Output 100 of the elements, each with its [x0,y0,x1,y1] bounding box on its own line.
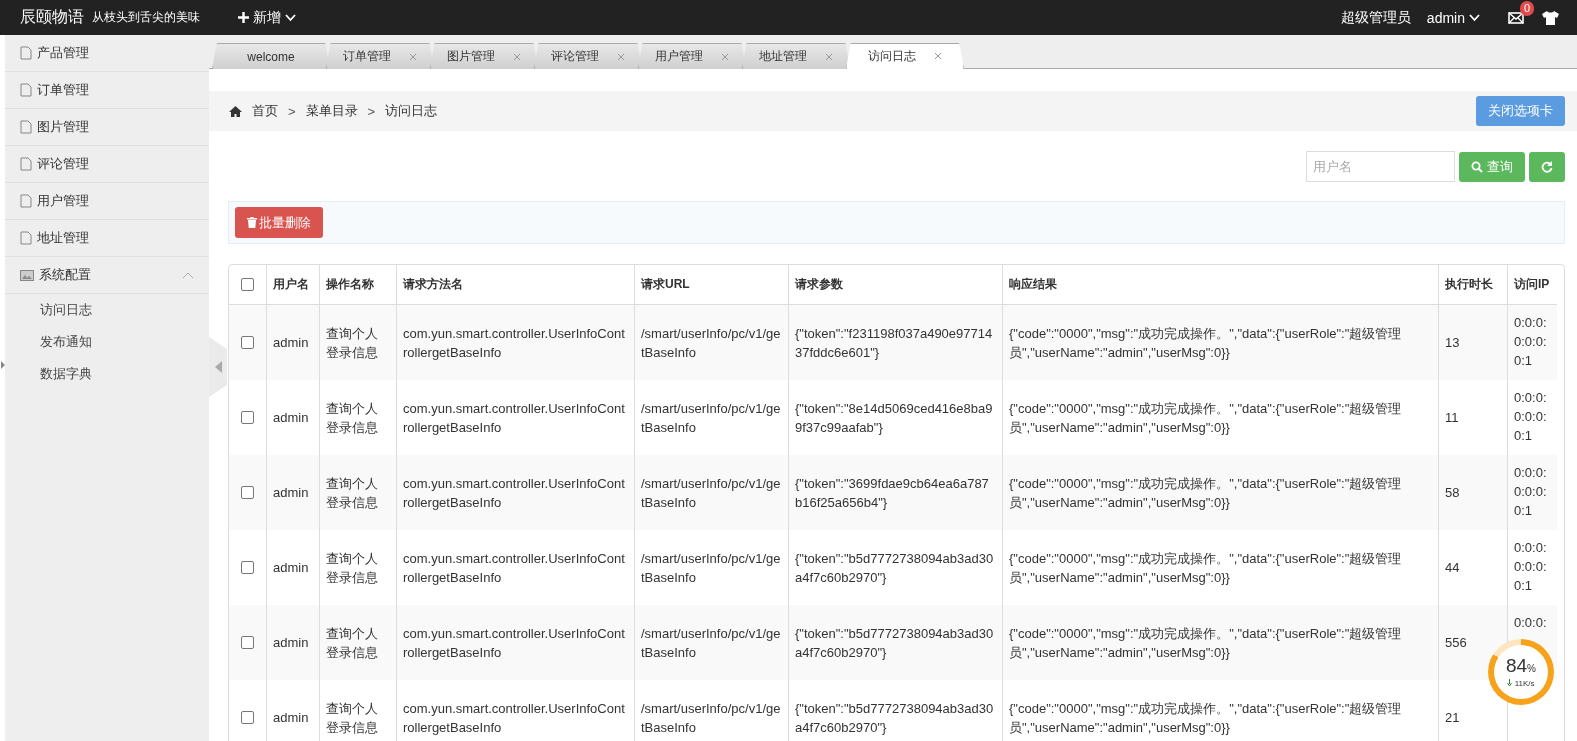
table-cell-text: admin [273,409,309,427]
user-role: 超级管理员 [1340,8,1411,27]
breadcrumb-link[interactable]: 菜单目录 [305,102,358,120]
breadcrumb-separator: > [288,103,296,119]
close-icon[interactable] [934,52,942,60]
refresh-button[interactable] [1529,151,1565,182]
username-search-field[interactable]: 用户名 [1306,151,1455,182]
table-cell-text: /smart/userInfo/pc/v1/getBaseInfo [641,549,782,587]
tab[interactable]: 地址管理 [742,43,850,69]
tab[interactable]: 评论管理 [534,43,642,69]
brand-title: 辰颐物语 [20,7,84,27]
table-cell-text: {"token":"f231198f037a490e9771437fddc6e601"} [795,324,994,362]
table-cell-text: 0:0:0:0:0:0:0:1 [1514,314,1548,370]
image-icon [20,269,34,281]
shirt-icon[interactable] [1542,10,1559,25]
table-cell-text: com.yun.smart.controller.UserInfoControllergetBaseInfo [403,324,626,362]
table-cell-text: {"code":"0000","msg":"成功完成操作。","data":{"userRole":"超级管理员","userName":"admin","userMsg":0}} [1009,624,1403,662]
table-cell-text: 查询个人登录信息 [326,549,379,587]
sidebar-subitem[interactable]: 数据字典 [5,358,209,390]
table-cell-text: 查询个人登录信息 [326,624,379,662]
table-cell-text: admin [273,334,309,352]
row-checkbox[interactable] [241,636,254,649]
expand-arrow-icon [1,361,5,369]
table-cell-text: 0:0:0: [1514,614,1547,632]
table-cell-text: 查询个人登录信息 [326,474,379,512]
plus-icon [238,12,249,23]
tab[interactable]: 用户管理 [638,43,746,69]
page-icon [20,83,32,97]
row-checkbox[interactable] [241,411,254,424]
download-arrow-icon [1507,679,1513,686]
table-cell-text: 查询个人登录信息 [326,699,379,737]
table-cell-text: {"code":"0000","msg":"成功完成操作。","data":{"userRole":"超级管理员","userName":"admin","userMsg":0}} [1009,324,1403,362]
refresh-icon [1541,160,1553,173]
tab[interactable]: 访问日志 [846,43,964,69]
tab[interactable]: 订单管理 [326,43,434,69]
search-icon [1471,160,1483,173]
speed-rate: 11K/s [1507,679,1535,688]
table-cell-text: 13 [1445,334,1460,352]
user-menu[interactable]: admin [1420,8,1486,27]
table-cell-text: 查询个人登录信息 [326,399,379,437]
table-cell-text: admin [273,634,309,652]
select-all-checkbox[interactable] [241,278,254,291]
mail-button[interactable] [1508,11,1524,24]
table-cell-text: 0:0:0:0:0:0:0:1 [1514,389,1548,445]
table-cell-text: /smart/userInfo/pc/v1/getBaseInfo [641,399,782,437]
table-cell-text: 21 [1445,709,1460,727]
table-cell-text: /smart/userInfo/pc/v1/getBaseInfo [641,474,782,512]
table-cell-text: {"code":"0000","msg":"成功完成操作。","data":{"userRole":"超级管理员","userName":"admin","userMsg":0}} [1009,399,1403,437]
table-cell-text: /smart/userInfo/pc/v1/getBaseInfo [641,624,782,662]
sidebar-subitem[interactable]: 发布通知 [5,326,209,358]
caret-icon [1469,13,1480,22]
row-checkbox[interactable] [241,336,254,349]
table-cell-text: {"token":"b5d7772738094ab3ad30a4f7c60b2970"} [795,549,995,587]
table-cell-text: admin [273,484,309,502]
mail-badge: 0 [1519,0,1534,16]
sidebar-item[interactable]: 地址管理 [5,220,209,257]
table-cell-text: 0:0:0:0:0:0:0:1 [1514,539,1548,595]
table-cell-text: {"code":"0000","msg":"成功完成操作。","data":{"userRole":"超级管理员","userName":"admin","userMsg":0}} [1009,474,1403,512]
add-menu[interactable]: 新增 [232,7,302,28]
table-cell-text: 556 [1445,634,1467,652]
chevron-up-icon [182,271,194,279]
table-cell-text: 11 [1445,409,1459,427]
sidebar-item[interactable]: 评论管理 [5,146,209,183]
tab[interactable]: 图片管理 [430,43,538,69]
table-cell-text: com.yun.smart.controller.UserInfoControllergetBaseInfo [403,624,626,662]
sidebar-item[interactable]: 图片管理 [5,109,209,146]
table-cell-text: {"code":"0000","msg":"成功完成操作。","data":{"userRole":"超级管理员","userName":"admin","userMsg":0}} [1009,699,1403,737]
page-icon [20,157,32,171]
breadcrumb-separator: > [367,103,376,119]
row-checkbox[interactable] [241,711,254,724]
trash-icon [247,217,257,228]
caret-icon [285,13,296,22]
page-icon [20,120,32,134]
table-cell-text: {"token":"3699fdae9cb64ea6a787b16f25a656b4"} [795,474,990,512]
sidebar-group[interactable]: 系统配置 [5,257,209,294]
table-cell-text: {"token":"b5d7772738094ab3ad30a4f7c60b2970"} [795,624,995,662]
table-cell-text: {"token":"8e14d5069ced416e8ba99f37c99aafab"} [795,399,994,437]
table-cell-text: 58 [1445,484,1460,502]
breadcrumb-link[interactable]: 首页 [252,102,278,120]
row-checkbox[interactable] [241,486,254,499]
sidebar-item[interactable]: 用户管理 [5,183,209,220]
brand-slogan: 从枝头到舌尖的美味 [92,9,200,26]
sidebar-item[interactable]: 订单管理 [5,72,209,109]
table-cell-text: com.yun.smart.controller.UserInfoControllergetBaseInfo [403,699,626,737]
speed-percent: 84% [1505,656,1536,678]
sidebar-subitem[interactable]: 访问日志 [5,294,209,326]
table-cell-text: /smart/userInfo/pc/v1/getBaseInfo [641,699,782,737]
tab[interactable]: welcome [212,43,330,69]
page-icon [20,46,32,60]
table-cell-text: admin [273,709,309,727]
table-cell-text: com.yun.smart.controller.UserInfoControllergetBaseInfo [403,549,626,587]
batch-delete-button[interactable]: 批量删除 [235,207,323,238]
breadcrumb-current: 访问日志 [385,102,438,120]
table-cell-text: admin [273,559,309,577]
table-cell-text: /smart/userInfo/pc/v1/getBaseInfo [641,324,782,362]
table-cell-text: 查询个人登录信息 [326,324,379,362]
table-cell-text: com.yun.smart.controller.UserInfoControllergetBaseInfo [403,399,626,437]
table-cell-text: 0:0:0:0:0:0:0:1 [1514,464,1548,520]
row-checkbox[interactable] [241,561,254,574]
page-icon [20,231,32,245]
